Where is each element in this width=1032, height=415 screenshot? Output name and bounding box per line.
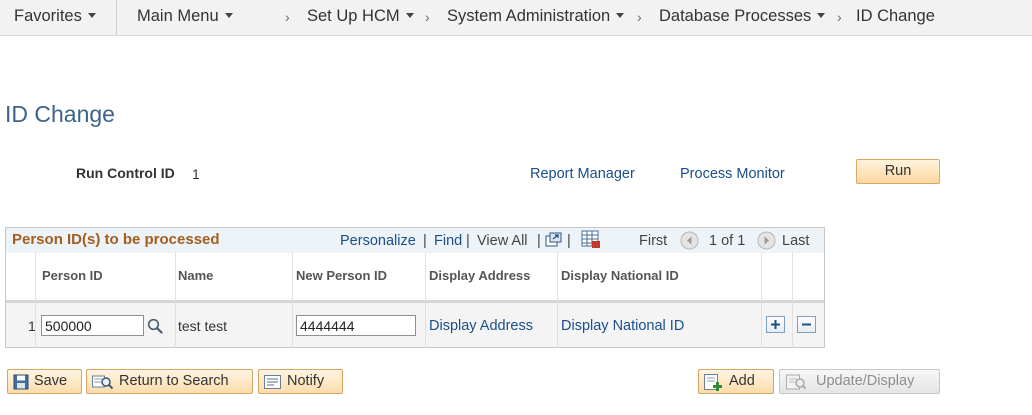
column-header-display-national-id[interactable]: Display National ID: [561, 268, 679, 283]
next-arrow-icon[interactable]: [757, 231, 776, 255]
save-icon: [13, 374, 29, 398]
process-monitor-link[interactable]: Process Monitor: [680, 166, 785, 182]
column-header-new-person-id[interactable]: New Person ID: [296, 268, 387, 283]
update-display-button[interactable]: Update/Display: [779, 369, 940, 394]
column-divider: [425, 253, 426, 348]
person-id-grid: Person ID(s) to be processed Personalize…: [5, 227, 825, 348]
save-label: Save: [34, 373, 68, 389]
divider: |: [537, 233, 541, 249]
breadcrumb-system-administration[interactable]: System Administration: [447, 0, 625, 35]
main-menu[interactable]: Main Menu: [137, 0, 233, 35]
column-header-display-address[interactable]: Display Address: [429, 268, 530, 283]
run-control-label: Run Control ID: [76, 165, 175, 181]
new-person-id-input[interactable]: [296, 315, 416, 336]
person-id-input[interactable]: [41, 315, 144, 336]
page-title: ID Change: [5, 101, 115, 127]
breadcrumb-label: System Administration: [447, 7, 611, 25]
name-value: test test: [178, 318, 228, 334]
breadcrumb-separator-icon: ›: [425, 9, 430, 25]
breadcrumb-separator-icon: ›: [285, 9, 290, 25]
grid-header: Person ID(s) to be processed Personalize…: [6, 228, 824, 254]
update-display-label: Update/Display: [816, 373, 915, 389]
notify-label: Notify: [287, 373, 325, 389]
favorites-label: Favorites: [14, 7, 82, 25]
breadcrumb-set-up-hcm[interactable]: Set Up HCM: [307, 0, 414, 35]
display-national-id-link[interactable]: Display National ID: [561, 318, 684, 334]
display-address-link[interactable]: Display Address: [429, 318, 533, 334]
previous-arrow-icon[interactable]: [680, 231, 699, 255]
find-link[interactable]: Find: [434, 233, 462, 249]
run-control-value: 1: [192, 166, 200, 182]
column-divider: [761, 253, 762, 348]
chevron-down-icon: [87, 13, 96, 19]
delete-row-icon[interactable]: [797, 316, 816, 333]
notify-icon: [264, 374, 282, 398]
return-to-search-label: Return to Search: [119, 373, 229, 389]
breadcrumb-label: Set Up HCM: [307, 7, 400, 25]
save-button[interactable]: Save: [7, 369, 82, 394]
chevron-down-icon: [224, 13, 233, 19]
column-divider: [792, 253, 793, 348]
new-window-icon[interactable]: [545, 232, 563, 253]
chevron-down-icon: [405, 13, 414, 19]
breadcrumb-separator-icon: ›: [837, 9, 842, 25]
column-divider: [35, 253, 36, 348]
breadcrumb-id-change[interactable]: ID Change: [856, 0, 935, 35]
breadcrumb-separator-icon: ›: [637, 9, 642, 25]
main-menu-label: Main Menu: [137, 7, 219, 25]
view-all-link[interactable]: View All: [477, 233, 528, 249]
top-navigation-bar: Favorites Main Menu › Set Up HCM › Syste…: [0, 0, 1032, 36]
chevron-down-icon: [817, 13, 826, 19]
search-icon[interactable]: [147, 318, 163, 339]
nav-divider: [116, 0, 117, 35]
row-range: 1 of 1: [709, 233, 746, 249]
column-header-person-id[interactable]: Person ID: [42, 268, 103, 283]
add-icon: [704, 374, 724, 399]
last-label: Last: [782, 233, 810, 249]
divider: |: [567, 233, 571, 249]
column-header-name[interactable]: Name: [178, 268, 213, 283]
breadcrumb-label: Database Processes: [659, 7, 812, 25]
run-button[interactable]: Run: [856, 159, 940, 184]
notify-button[interactable]: Notify: [258, 369, 343, 394]
download-spreadsheet-icon[interactable]: [581, 230, 601, 254]
divider: |: [466, 233, 470, 249]
personalize-link[interactable]: Personalize: [340, 233, 416, 249]
return-to-search-button[interactable]: Return to Search: [86, 369, 253, 394]
divider: |: [423, 233, 427, 249]
add-button[interactable]: Add: [698, 369, 774, 394]
add-label: Add: [729, 373, 755, 389]
add-row-icon[interactable]: [766, 316, 785, 333]
grid-column-headers: Person ID Name New Person ID Display Add…: [6, 253, 824, 303]
report-manager-link[interactable]: Report Manager: [530, 166, 635, 182]
breadcrumb-database-processes[interactable]: Database Processes: [659, 0, 826, 35]
favorites-menu[interactable]: Favorites: [14, 0, 96, 35]
search-icon: [92, 374, 114, 398]
column-divider: [292, 253, 293, 348]
column-divider: [175, 253, 176, 348]
breadcrumb-label: ID Change: [856, 7, 935, 25]
column-divider: [557, 253, 558, 348]
table-row: 1 test test Display Address Display Nati…: [6, 303, 824, 347]
chevron-down-icon: [616, 13, 625, 19]
first-label: First: [639, 233, 668, 249]
grid-title: Person ID(s) to be processed: [12, 231, 220, 248]
update-display-icon: [786, 374, 807, 398]
